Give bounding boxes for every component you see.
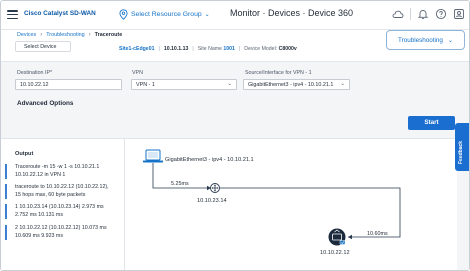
chevron-down-icon: ⌄	[340, 81, 345, 87]
hop2-ip: 10.10.22.12	[320, 250, 350, 256]
output-block: traceroute to 10.10.22.12 (10.10.22.12),…	[1, 184, 125, 199]
output-block-marker	[5, 204, 7, 219]
vpn-value: VPN - 1	[136, 82, 155, 88]
output-block: 2 10.10.22.12 (10.10.22.12) 10.073 ms 10…	[1, 225, 125, 240]
app-window: Cisco Catalyst SD-WAN Select Resource Gr…	[0, 0, 470, 271]
router-icon[interactable]	[210, 183, 220, 193]
link-hop1-hop2	[219, 187, 401, 238]
device-info: Site1-cEdge01 | 10.10.1.13 | Site Name 1…	[119, 46, 297, 52]
source-interface-value: GigabitEthernet3 - ipv4 - 10.10.21.1	[248, 82, 334, 88]
source-interface-select[interactable]: GigabitEthernet3 - ipv4 - 10.10.21.1 ⌄	[243, 79, 350, 90]
output-line: 1 10.10.23.14 (10.10.23.14) 2.973 ms	[15, 204, 104, 210]
hop1-latency: 5.25ms	[171, 181, 189, 187]
breadcrumb-troubleshooting[interactable]: Troubleshooting	[46, 32, 84, 38]
destination-device-icon[interactable]	[328, 228, 346, 246]
output-line: 15 hops max, 60 byte packets	[15, 191, 86, 198]
output-line: traceroute to 10.10.22.12 (10.10.22.12),	[15, 184, 109, 190]
output-line: 10.609 ms 9.923 ms	[15, 232, 63, 239]
breadcrumb: Devices › Troubleshooting › Traceroute	[17, 32, 122, 38]
output-block: 1 10.10.23.14 (10.10.23.14) 2.973 ms 2.7…	[1, 204, 125, 219]
device-ip: 10.10.1.13	[163, 46, 189, 52]
source-interface-label: Source/Interface for VPN - 1	[245, 70, 312, 76]
source-computer-icon[interactable]	[143, 149, 163, 163]
breadcrumb-current: Traceroute	[94, 32, 123, 38]
info-separator: |	[158, 46, 160, 52]
destination-ip-input[interactable]: 10.10.22.12	[15, 79, 122, 90]
vpn-label: VPN	[132, 70, 143, 76]
help-icon[interactable]	[435, 8, 447, 20]
arrow-icon	[348, 234, 352, 240]
start-button[interactable]: Start	[408, 116, 455, 130]
site-name-label: Site Name	[197, 46, 222, 52]
output-block: Traceroute -m 15 -w 1 -s 10.10.21.1 10.1…	[1, 164, 125, 179]
source-interface-label: GigabitEthernet3 - ipv4 - 10.10.21.1	[165, 157, 254, 163]
output-title: Output	[15, 151, 34, 157]
traceroute-topology: GigabitEthernet3 - ipv4 - 10.10.21.1 5.2…	[143, 149, 401, 256]
brand-title: Cisco Catalyst SD-WAN	[24, 10, 96, 17]
chevron-down-icon: ⌄	[227, 81, 232, 87]
select-device-dropdown[interactable]: Select Device	[15, 41, 71, 52]
output-block-marker	[5, 184, 7, 199]
bell-icon[interactable]	[417, 8, 429, 20]
vpn-select[interactable]: VPN - 1 ⌄	[131, 79, 237, 90]
user-icon[interactable]	[453, 8, 465, 20]
info-separator: |	[238, 46, 241, 52]
output-line: 10.10.22.12 in VPN 1	[15, 171, 66, 178]
hop2-latency: 10.60ms	[367, 231, 388, 237]
output-line: 2.752 ms 10.131 ms	[15, 211, 63, 218]
output-block-marker	[5, 225, 7, 240]
feedback-label: Feedback	[458, 140, 464, 164]
output-line: 2 10.10.22.12 (10.10.22.12) 10.073 ms	[15, 225, 107, 231]
info-separator: |	[192, 46, 194, 52]
chevron-down-icon: ⌄	[447, 37, 453, 44]
advanced-options-toggle[interactable]: Advanced Options	[17, 100, 73, 107]
site-name-value: 1001	[223, 46, 235, 52]
hop1-ip: 10.10.23.14	[197, 198, 227, 204]
top-bar: Cisco Catalyst SD-WAN Select Resource Gr…	[1, 1, 469, 30]
resource-group-select[interactable]: Select Resource Group ⌄	[119, 8, 210, 21]
breadcrumb-devices[interactable]: Devices	[17, 32, 36, 38]
chevron-right-icon: ›	[88, 32, 91, 38]
output-line: Traceroute -m 15 -w 1 -s 10.10.21.1	[15, 164, 100, 170]
menu-icon[interactable]	[7, 10, 18, 20]
cloud-icon[interactable]	[392, 8, 404, 20]
device-model-label: Device Model:	[244, 46, 278, 52]
chevron-right-icon: ›	[40, 32, 43, 38]
device-model-value: C8000v	[278, 46, 297, 52]
header-actions	[386, 8, 465, 20]
destination-ip-label: Destination IP*	[17, 70, 53, 76]
device-hostname[interactable]: Site1-cEdge01	[119, 46, 154, 52]
output-column: Output Traceroute -m 15 -w 1 -s 10.10.21…	[1, 139, 125, 270]
troubleshooting-label: Troubleshooting	[398, 36, 443, 44]
result-panel: Output Traceroute -m 15 -w 1 -s 10.10.21…	[1, 138, 457, 270]
resource-group-label: Select Resource Group	[131, 11, 202, 18]
location-pin-icon	[119, 9, 128, 20]
chevron-down-icon: ⌄	[204, 12, 210, 18]
header-divider	[410, 8, 411, 20]
page-title: Monitor · Devices · Device 360	[230, 8, 354, 18]
troubleshooting-button[interactable]: Troubleshooting ⌄	[386, 30, 465, 50]
output-block-marker	[5, 164, 7, 179]
feedback-tab[interactable]: Feedback	[455, 123, 469, 171]
